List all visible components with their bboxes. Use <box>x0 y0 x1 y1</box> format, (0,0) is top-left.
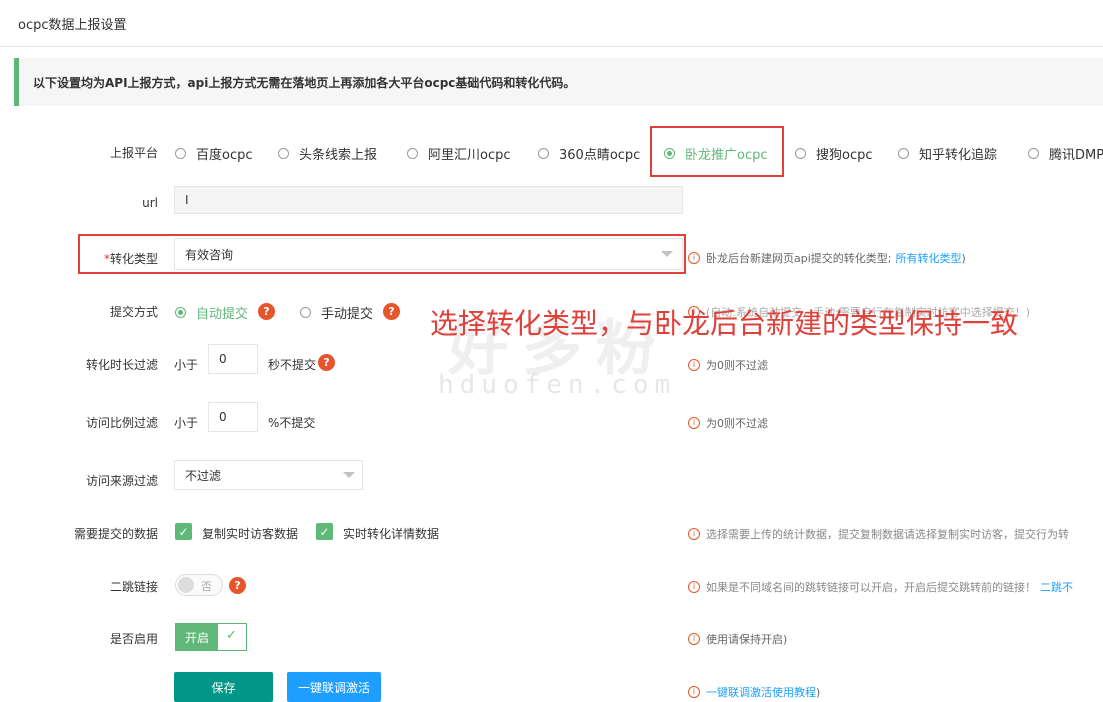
radio-sogou[interactable]: 搜狗ocpc <box>795 144 873 163</box>
help-icon[interactable]: ? <box>258 303 275 320</box>
source-filter-label: 访问来源过滤 <box>85 474 158 488</box>
second-jump-label: 二跳链接 <box>109 580 158 594</box>
highlight-box-wolong <box>650 126 784 177</box>
duration-hint: i 为0则不过滤 <box>688 357 768 373</box>
duration-input[interactable]: 0 <box>208 344 258 374</box>
checkbox-copy-visitor[interactable]: ✓ <box>175 523 192 540</box>
enabled-toggle[interactable]: 开启 ✓ <box>175 623 247 651</box>
chevron-down-icon <box>343 472 355 478</box>
ratio-filter-label: 访问比例过滤 <box>85 416 158 430</box>
radio-dot <box>538 148 549 159</box>
url-label: url <box>142 196 158 210</box>
ratio-input[interactable]: 0 <box>208 402 258 432</box>
info-icon: i <box>688 417 700 429</box>
radio-auto-submit[interactable]: 自动提交 <box>175 303 248 322</box>
bottom-hint: i 一键联调激活使用教程 ) <box>688 684 820 700</box>
watermark-url: hduofen.com <box>438 370 677 400</box>
radio-dot <box>795 148 806 159</box>
notice-banner: 以下设置均为API上报方式，api上报方式无需在落地页上再添加各大平台ocpc基… <box>14 58 1103 106</box>
radio-dot <box>278 148 289 159</box>
activate-button[interactable]: 一键联调激活 <box>287 672 381 702</box>
highlight-box-conversion-type <box>78 234 686 274</box>
radio-dot <box>898 148 909 159</box>
all-conversion-types-link[interactable]: 所有转化类型 <box>895 250 961 266</box>
duration-suffix: 秒不提交 <box>268 358 317 372</box>
second-jump-link[interactable]: 二跳不 <box>1040 579 1073 595</box>
radio-baidu-ocpc[interactable]: 百度ocpc <box>175 144 253 163</box>
info-icon: i <box>688 686 700 698</box>
tutorial-link[interactable]: 一键联调激活使用教程 <box>706 684 816 700</box>
duration-filter-label: 转化时长过滤 <box>85 358 158 372</box>
data-submit-label: 需要提交的数据 <box>73 527 158 541</box>
radio-tencent-dmp[interactable]: 腾讯DMP <box>1028 144 1103 163</box>
title-divider <box>0 46 1103 47</box>
radio-dot <box>407 148 418 159</box>
toggle-knob <box>178 577 194 593</box>
check-icon: ✓ <box>226 628 237 643</box>
annotation-text: 选择转化类型，与卧龙后台新建的类型保持一致 <box>430 307 1019 340</box>
radio-dot <box>300 307 311 318</box>
page-title: ocpc数据上报设置 <box>18 18 127 33</box>
radio-dot <box>1028 148 1039 159</box>
duration-prefix: 小于 <box>174 358 199 372</box>
checkbox-label: 复制实时访客数据 <box>202 527 299 541</box>
source-filter-select[interactable]: 不过滤 <box>174 460 363 490</box>
radio-360-dianjing[interactable]: 360点睛ocpc <box>538 144 640 163</box>
radio-toutiao[interactable]: 头条线索上报 <box>278 144 377 163</box>
second-jump-hint: i 如果是不同域名间的跳转链接可以开启，开启后提交跳转前的链接！ 二跳不 <box>688 579 1073 595</box>
info-icon: i <box>688 528 700 540</box>
checkbox-realtime-detail[interactable]: ✓ <box>316 523 333 540</box>
notice-text: 以下设置均为API上报方式，api上报方式无需在落地页上再添加各大平台ocpc基… <box>33 76 576 90</box>
info-icon: i <box>688 581 700 593</box>
second-jump-toggle[interactable]: 否 <box>175 574 223 596</box>
info-icon: i <box>688 359 700 371</box>
help-icon[interactable]: ? <box>318 354 335 371</box>
help-icon[interactable]: ? <box>383 303 400 320</box>
ratio-hint: i 为0则不过滤 <box>688 415 768 431</box>
checkbox-label: 实时转化详情数据 <box>343 527 440 541</box>
ratio-suffix: %不提交 <box>268 416 316 430</box>
save-button[interactable]: 保存 <box>174 672 273 702</box>
submit-mode-label: 提交方式 <box>109 305 158 319</box>
radio-zhihu[interactable]: 知乎转化追踪 <box>898 144 997 163</box>
enabled-label: 是否启用 <box>109 632 158 646</box>
conversion-type-hint: i 卧龙后台新建网页api提交的转化类型; 所有转化类型 ) <box>688 250 966 266</box>
help-icon[interactable]: ? <box>229 577 246 594</box>
data-submit-hint: i 选择需要上传的统计数据，提交复制数据请选择复制实时访客，提交行为转 <box>688 526 1069 542</box>
radio-manual-submit[interactable]: 手动提交 <box>300 303 373 322</box>
url-input[interactable]: I <box>174 186 683 214</box>
enabled-hint: i 使用请保持开启) <box>688 631 787 647</box>
radio-ali-huichuan[interactable]: 阿里汇川ocpc <box>407 144 511 163</box>
radio-dot <box>175 148 186 159</box>
info-icon: i <box>688 252 700 264</box>
platform-label: 上报平台 <box>109 146 158 160</box>
ratio-prefix: 小于 <box>174 416 199 430</box>
info-icon: i <box>688 633 700 645</box>
radio-dot-checked <box>175 307 186 318</box>
